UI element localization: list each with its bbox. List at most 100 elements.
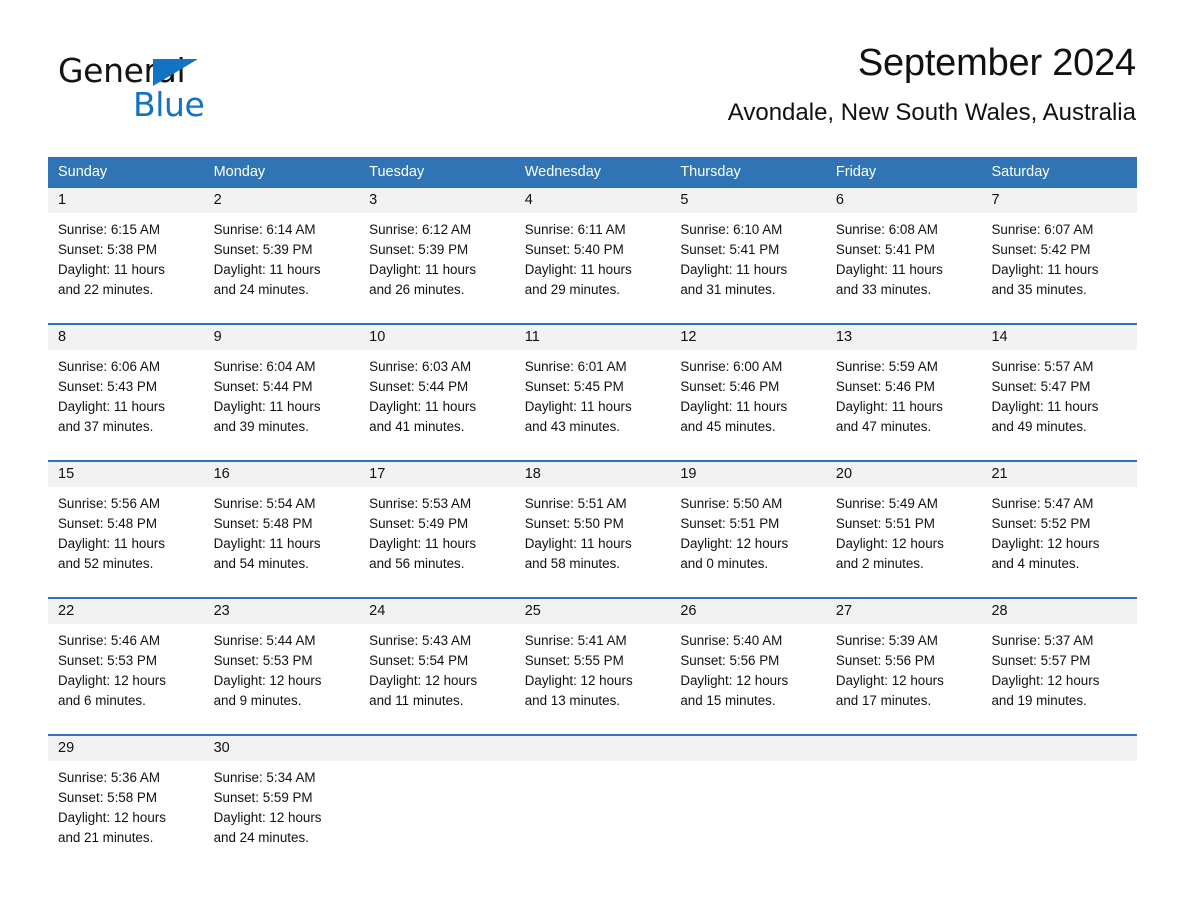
day-number: 30 <box>203 736 360 761</box>
day-details: Sunrise: 5:51 AM Sunset: 5:50 PM Dayligh… <box>515 487 671 574</box>
day-cell[interactable]: 3 Sunrise: 6:12 AM Sunset: 5:39 PM Dayli… <box>359 188 515 314</box>
daylight-text-line2: and 31 minutes. <box>680 282 776 298</box>
title-block: September 2024 Avondale, New South Wales… <box>728 42 1136 126</box>
general-blue-logo: General Blue <box>58 48 358 124</box>
day-number: 17 <box>359 462 515 487</box>
day-details: Sunrise: 6:15 AM Sunset: 5:38 PM Dayligh… <box>48 213 204 300</box>
day-details: Sunrise: 5:49 AM Sunset: 5:51 PM Dayligh… <box>826 487 982 574</box>
daylight-text-line1: Daylight: 11 hours <box>58 399 165 415</box>
day-details: Sunrise: 6:11 AM Sunset: 5:40 PM Dayligh… <box>515 213 671 300</box>
day-cell[interactable]: 14 Sunrise: 5:57 AM Sunset: 5:47 PM Dayl… <box>981 325 1138 451</box>
day-number: 7 <box>981 188 1138 213</box>
day-number: 25 <box>514 599 671 624</box>
day-cell[interactable]: 8 Sunrise: 6:06 AM Sunset: 5:43 PM Dayli… <box>48 325 204 451</box>
logo-text-blue: Blue <box>133 85 205 124</box>
sunset-text: Sunset: 5:51 PM <box>680 516 780 532</box>
sunset-text: Sunset: 5:43 PM <box>58 379 157 395</box>
daylight-text-line1: Daylight: 11 hours <box>58 536 165 552</box>
day-details: Sunrise: 6:06 AM Sunset: 5:43 PM Dayligh… <box>48 350 204 437</box>
day-cell[interactable]: 1 Sunrise: 6:15 AM Sunset: 5:38 PM Dayli… <box>48 188 204 314</box>
day-cell[interactable]: 23 Sunrise: 5:44 AM Sunset: 5:53 PM Dayl… <box>203 599 360 725</box>
day-cell[interactable]: 5 Sunrise: 6:10 AM Sunset: 5:41 PM Dayli… <box>670 188 826 314</box>
day-cell[interactable]: 18 Sunrise: 5:51 AM Sunset: 5:50 PM Dayl… <box>514 462 671 588</box>
day-number: 11 <box>514 325 671 350</box>
day-cell[interactable]: 7 Sunrise: 6:07 AM Sunset: 5:42 PM Dayli… <box>981 188 1138 314</box>
sunrise-text: Sunrise: 5:51 AM <box>524 496 627 511</box>
sunset-text: Sunset: 5:39 PM <box>369 242 469 258</box>
sunrise-text: Sunrise: 5:46 AM <box>58 633 160 648</box>
day-cell[interactable]: 17 Sunrise: 5:53 AM Sunset: 5:49 PM Dayl… <box>359 462 515 588</box>
daylight-text-line1: Daylight: 11 hours <box>213 399 321 415</box>
daylight-text-line2: and 39 minutes. <box>213 419 309 435</box>
day-cell[interactable]: 11 Sunrise: 6:01 AM Sunset: 5:45 PM Dayl… <box>514 325 671 451</box>
day-cell[interactable]: 16 Sunrise: 5:54 AM Sunset: 5:48 PM Dayl… <box>203 462 360 588</box>
weekday-header-wednesday: Wednesday <box>524 164 602 180</box>
day-cell[interactable]: 9 Sunrise: 6:04 AM Sunset: 5:44 PM Dayli… <box>203 325 360 451</box>
day-cell[interactable]: 28 Sunrise: 5:37 AM Sunset: 5:57 PM Dayl… <box>981 599 1138 725</box>
day-cell[interactable]: 20 Sunrise: 5:49 AM Sunset: 5:51 PM Dayl… <box>825 462 982 588</box>
day-details: Sunrise: 6:03 AM Sunset: 5:44 PM Dayligh… <box>359 350 515 437</box>
sunset-text: Sunset: 5:59 PM <box>213 790 313 806</box>
sunrise-text: Sunrise: 5:40 AM <box>680 633 783 648</box>
daylight-text-line2: and 26 minutes. <box>369 282 465 298</box>
day-details: Sunrise: 6:10 AM Sunset: 5:41 PM Dayligh… <box>670 213 826 300</box>
daylight-text-line2: and 52 minutes. <box>58 556 154 572</box>
day-cell[interactable]: 30 Sunrise: 5:34 AM Sunset: 5:59 PM Dayl… <box>203 736 360 862</box>
day-cell-empty <box>514 736 671 862</box>
day-number: 13 <box>825 325 982 350</box>
sunset-text: Sunset: 5:49 PM <box>369 516 469 532</box>
sunrise-text: Sunrise: 5:47 AM <box>991 496 1094 511</box>
weekday-header-thursday: Thursday <box>680 164 741 180</box>
day-number: 12 <box>670 325 826 350</box>
week-row: 29 Sunrise: 5:36 AM Sunset: 5:58 PM Dayl… <box>48 734 1138 862</box>
day-cell[interactable]: 22 Sunrise: 5:46 AM Sunset: 5:53 PM Dayl… <box>48 599 204 725</box>
day-cell[interactable]: 2 Sunrise: 6:14 AM Sunset: 5:39 PM Dayli… <box>203 188 360 314</box>
sunrise-text: Sunrise: 6:03 AM <box>369 359 472 374</box>
day-cell[interactable]: 6 Sunrise: 6:08 AM Sunset: 5:41 PM Dayli… <box>825 188 982 314</box>
weekday-header-sunday: Sunday <box>58 164 108 180</box>
day-details: Sunrise: 6:07 AM Sunset: 5:42 PM Dayligh… <box>981 213 1137 300</box>
day-cell[interactable]: 4 Sunrise: 6:11 AM Sunset: 5:40 PM Dayli… <box>514 188 671 314</box>
day-cell[interactable]: 10 Sunrise: 6:03 AM Sunset: 5:44 PM Dayl… <box>359 325 515 451</box>
daylight-text-line2: and 35 minutes. <box>991 282 1087 298</box>
day-number: 2 <box>203 188 360 213</box>
sunset-text: Sunset: 5:55 PM <box>524 653 624 669</box>
day-cell[interactable]: 19 Sunrise: 5:50 AM Sunset: 5:51 PM Dayl… <box>670 462 826 588</box>
day-details: Sunrise: 6:14 AM Sunset: 5:39 PM Dayligh… <box>204 213 360 300</box>
sunrise-text: Sunrise: 6:12 AM <box>369 222 472 237</box>
weekday-header-row: Sunday Monday Tuesday Wednesday Thursday… <box>48 157 1137 188</box>
sunset-text: Sunset: 5:53 PM <box>213 653 313 669</box>
day-cell[interactable]: 21 Sunrise: 5:47 AM Sunset: 5:52 PM Dayl… <box>981 462 1138 588</box>
day-cell[interactable]: 25 Sunrise: 5:41 AM Sunset: 5:55 PM Dayl… <box>514 599 671 725</box>
sunrise-text: Sunrise: 5:44 AM <box>213 633 316 648</box>
daylight-text-line2: and 9 minutes. <box>213 693 302 709</box>
daylight-text-line2: and 47 minutes. <box>835 419 932 435</box>
daylight-text-line1: Daylight: 11 hours <box>524 536 632 552</box>
day-cell-empty <box>825 736 982 862</box>
day-number: 20 <box>825 462 982 487</box>
sunset-text: Sunset: 5:54 PM <box>369 653 469 669</box>
day-details: Sunrise: 5:40 AM Sunset: 5:56 PM Dayligh… <box>670 624 826 711</box>
day-details: Sunrise: 5:36 AM Sunset: 5:58 PM Dayligh… <box>48 761 204 848</box>
sunset-text: Sunset: 5:46 PM <box>680 379 780 395</box>
daylight-text-line2: and 13 minutes. <box>524 693 621 709</box>
daylight-text-line1: Daylight: 11 hours <box>369 399 477 415</box>
day-cell[interactable]: 12 Sunrise: 6:00 AM Sunset: 5:46 PM Dayl… <box>670 325 826 451</box>
week-row: 22 Sunrise: 5:46 AM Sunset: 5:53 PM Dayl… <box>48 597 1138 725</box>
day-number: 24 <box>359 599 515 624</box>
daylight-text-line1: Daylight: 12 hours <box>835 673 944 689</box>
day-cell[interactable]: 27 Sunrise: 5:39 AM Sunset: 5:56 PM Dayl… <box>825 599 982 725</box>
week-row: 1 Sunrise: 6:15 AM Sunset: 5:38 PM Dayli… <box>48 188 1138 314</box>
day-cell[interactable]: 26 Sunrise: 5:40 AM Sunset: 5:56 PM Dayl… <box>670 599 826 725</box>
day-cell[interactable]: 29 Sunrise: 5:36 AM Sunset: 5:58 PM Dayl… <box>48 736 204 862</box>
day-cell[interactable]: 15 Sunrise: 5:56 AM Sunset: 5:48 PM Dayl… <box>48 462 204 588</box>
day-cell[interactable]: 13 Sunrise: 5:59 AM Sunset: 5:46 PM Dayl… <box>825 325 982 451</box>
calendar-grid: Sunday Monday Tuesday Wednesday Thursday… <box>48 157 1138 862</box>
day-cell[interactable]: 24 Sunrise: 5:43 AM Sunset: 5:54 PM Dayl… <box>359 599 515 725</box>
daylight-text-line1: Daylight: 11 hours <box>369 262 477 278</box>
sunrise-text: Sunrise: 5:41 AM <box>524 633 627 648</box>
sunset-text: Sunset: 5:42 PM <box>991 242 1091 258</box>
sunrise-text: Sunrise: 5:50 AM <box>680 496 783 511</box>
sunrise-text: Sunrise: 6:08 AM <box>835 222 938 237</box>
daylight-text-line1: Daylight: 11 hours <box>680 399 788 415</box>
